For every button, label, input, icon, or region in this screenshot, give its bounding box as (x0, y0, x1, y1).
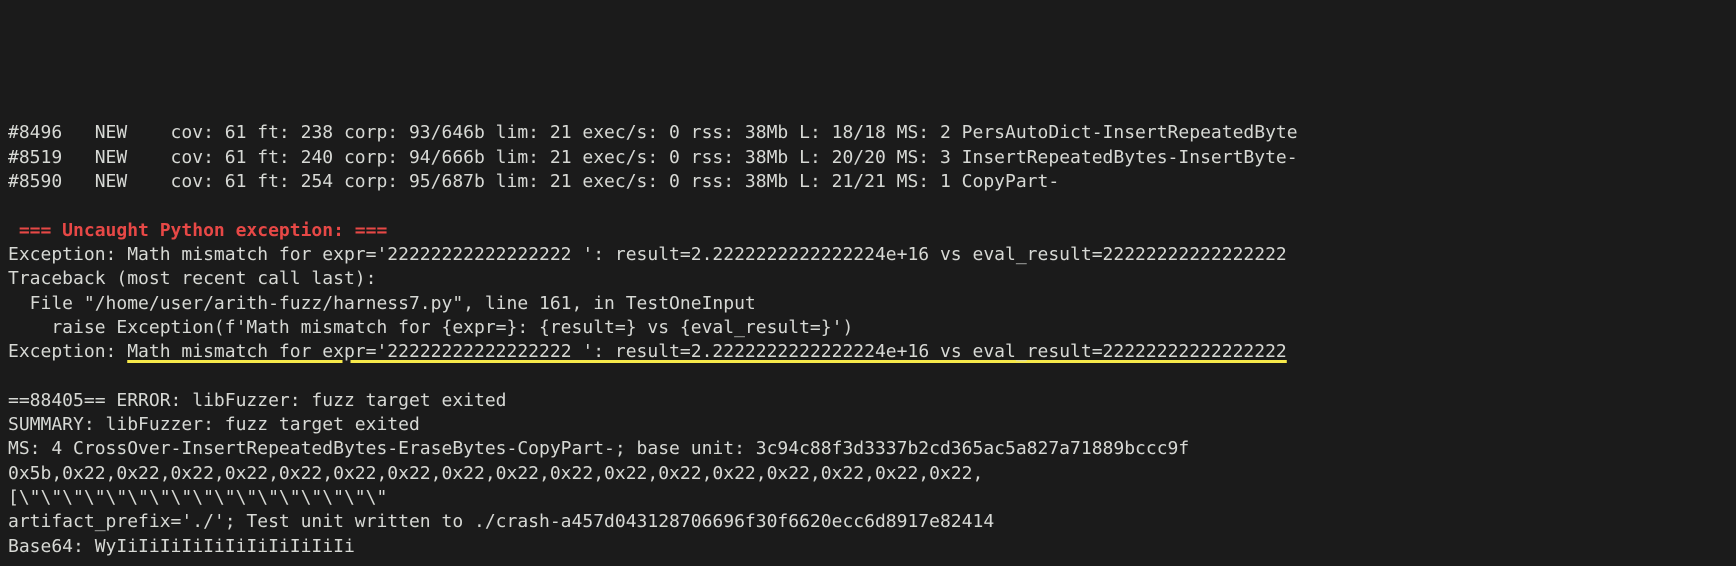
exception-message: Exception: Math mismatch for expr='22222… (8, 244, 1287, 265)
libfuzzer-hex-line: 0x5b,0x22,0x22,0x22,0x22,0x22,0x22,0x22,… (8, 463, 983, 484)
traceback-raise-line: raise Exception(f'Math mismatch for {exp… (8, 317, 853, 338)
exception-final-underlined: Math mismatch for expr='2222222222222222… (127, 341, 1287, 362)
fuzz-log-line: #8519 NEW cov: 61 ft: 240 corp: 94/666b … (8, 147, 1298, 168)
exception-header: === Uncaught Python exception: === (8, 220, 387, 241)
libfuzzer-error-line: ==88405== ERROR: libFuzzer: fuzz target … (8, 390, 507, 411)
fuzz-log-line: #8590 NEW cov: 61 ft: 254 corp: 95/687b … (8, 171, 1059, 192)
traceback-intro: Traceback (most recent call last): (8, 268, 376, 289)
terminal-output: #8496 NEW cov: 61 ft: 238 corp: 93/646b … (0, 97, 1736, 559)
fuzz-log-line: #8496 NEW cov: 61 ft: 238 corp: 93/646b … (8, 122, 1298, 143)
libfuzzer-ms-line: MS: 4 CrossOver-InsertRepeatedBytes-Eras… (8, 438, 1189, 459)
exception-final-line: Exception: Math mismatch for expr='22222… (8, 341, 1287, 362)
libfuzzer-base64-line: Base64: WyIiIiIiIiIiIiIiIiIiIiIi (8, 536, 355, 557)
traceback-file-line: File "/home/user/arith-fuzz/harness7.py"… (8, 293, 756, 314)
libfuzzer-summary-line: SUMMARY: libFuzzer: fuzz target exited (8, 414, 420, 435)
libfuzzer-artifact-line: artifact_prefix='./'; Test unit written … (8, 511, 994, 532)
libfuzzer-ascii-line: [\"\"\"\"\"\"\"\"\"\"\"\"\"\"\"\"\" (8, 487, 387, 508)
